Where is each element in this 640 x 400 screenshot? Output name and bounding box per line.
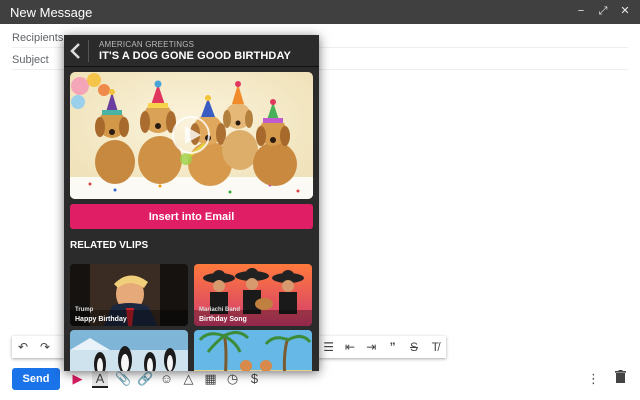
subject-label: Subject (12, 53, 49, 66)
dollar-icon[interactable]: $ (247, 370, 262, 388)
related-vlip-song: Happy Birthday (75, 316, 127, 323)
related-vlip-artist: Mariachi Band (199, 307, 241, 313)
link-icon[interactable]: 🔗 (137, 370, 153, 388)
related-vlip-song: Birthday Song (199, 316, 247, 323)
related-vlip-card[interactable] (194, 330, 312, 371)
related-vlips-heading: RELATED VLIPS (70, 240, 149, 251)
compose-bottom-toolbar: ▶ A 📎 🔗 ☺ △ ▦ ◷ $ (70, 370, 262, 388)
trash-icon[interactable] (613, 370, 628, 388)
emoji-icon[interactable]: ☺ (159, 370, 174, 388)
fullscreen-icon[interactable]: ⤢ (596, 4, 610, 18)
insert-into-email-button[interactable]: Insert into Email (70, 204, 313, 229)
strikethrough-icon[interactable]: S (403, 340, 424, 354)
undo-icon[interactable]: ↶ (12, 340, 34, 354)
compose-titlebar[interactable]: New Message − ⤢ ✕ (0, 0, 640, 24)
indent-less-icon[interactable]: ⇤ (339, 340, 360, 354)
lock-clock-icon[interactable]: ◷ (225, 370, 240, 388)
indent-more-icon[interactable]: ⇥ (361, 340, 382, 354)
related-vlip-artist: Trump (75, 307, 94, 313)
recipients-label: Recipients (12, 31, 64, 44)
remove-formatting-icon[interactable]: T̸ (425, 340, 446, 354)
vlip-panel-header: AMERICAN GREETINGS IT'S A DOG GONE GOOD … (64, 35, 319, 67)
related-vlip-card[interactable]: Mariachi Band Birthday Song (194, 264, 312, 326)
minimize-icon[interactable]: − (574, 4, 588, 18)
paperclip-icon[interactable]: 📎 (115, 370, 131, 388)
formatting-toolbar-right: ☰ ⇤ ⇥ ” S T̸ (318, 336, 446, 358)
compose-bottom-right: ⋮ (586, 370, 628, 388)
related-vlip-card[interactable]: Trump Happy Birthday (70, 264, 188, 326)
send-button[interactable]: Send (12, 368, 60, 390)
related-vlip-card[interactable] (70, 330, 188, 371)
drive-icon[interactable]: △ (181, 370, 196, 388)
window-controls: − ⤢ ✕ (574, 4, 632, 18)
close-icon[interactable]: ✕ (618, 4, 632, 18)
back-arrow-icon[interactable] (69, 40, 89, 62)
compose-window: New Message − ⤢ ✕ Recipients Subject ↶ ↷… (0, 0, 640, 400)
quote-icon[interactable]: ” (382, 340, 403, 354)
vlip-panel: AMERICAN GREETINGS IT'S A DOG GONE GOOD … (64, 35, 319, 371)
redo-icon[interactable]: ↷ (34, 340, 56, 354)
formatting-toolbar-left: ↶ ↷ (12, 336, 64, 358)
more-vert-icon[interactable]: ⋮ (586, 370, 601, 388)
photo-icon[interactable]: ▦ (203, 370, 218, 388)
vlip-icon[interactable]: ▶ (70, 370, 85, 388)
bulleted-list-icon[interactable]: ☰ (318, 340, 339, 354)
vlip-brand: AMERICAN GREETINGS (99, 40, 195, 49)
vlip-preview-image[interactable] (70, 72, 313, 199)
formatting-options-icon[interactable]: A (92, 370, 108, 388)
compose-title: New Message (10, 4, 93, 20)
vlip-title: IT'S A DOG GONE GOOD BIRTHDAY (99, 50, 291, 62)
